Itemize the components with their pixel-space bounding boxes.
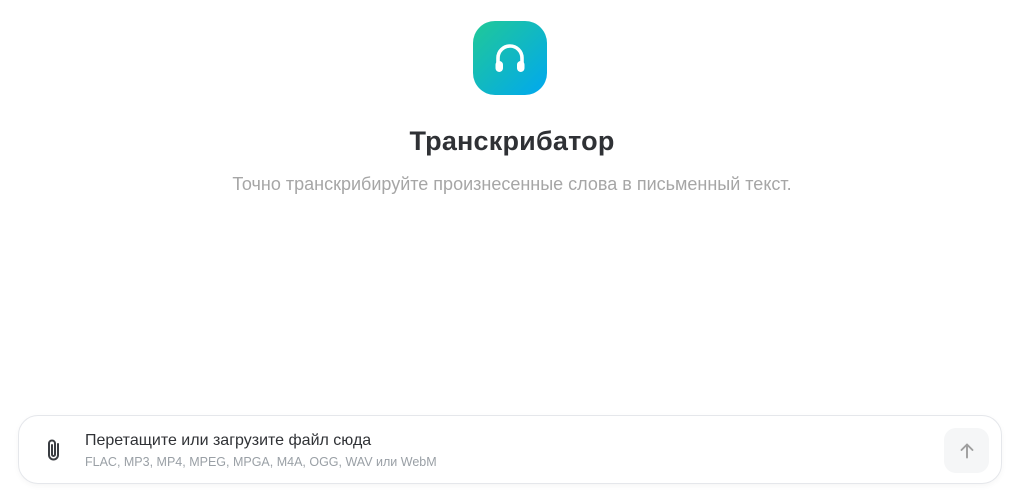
arrow-up-icon [960, 443, 973, 458]
file-upload-dropzone[interactable]: Перетащите или загрузите файл сюда FLAC,… [18, 415, 1002, 484]
app-logo [473, 21, 547, 95]
paperclip-icon[interactable] [43, 436, 65, 464]
page-title: Транскрибатор [409, 126, 615, 156]
upload-text-group: Перетащите или загрузите файл сюда FLAC,… [85, 431, 437, 470]
supported-formats: FLAC, MP3, MP4, MPEG, MPGA, M4A, OGG, WA… [85, 455, 437, 469]
upload-title: Перетащите или загрузите файл сюда [85, 432, 372, 449]
headphones-icon [495, 44, 525, 72]
transcriber-page: Транскрибатор Точно транскрибируйте прои… [0, 0, 1024, 497]
page-subtitle: Точно транскрибируйте произнесенные слов… [232, 174, 792, 194]
send-button[interactable] [944, 428, 989, 473]
